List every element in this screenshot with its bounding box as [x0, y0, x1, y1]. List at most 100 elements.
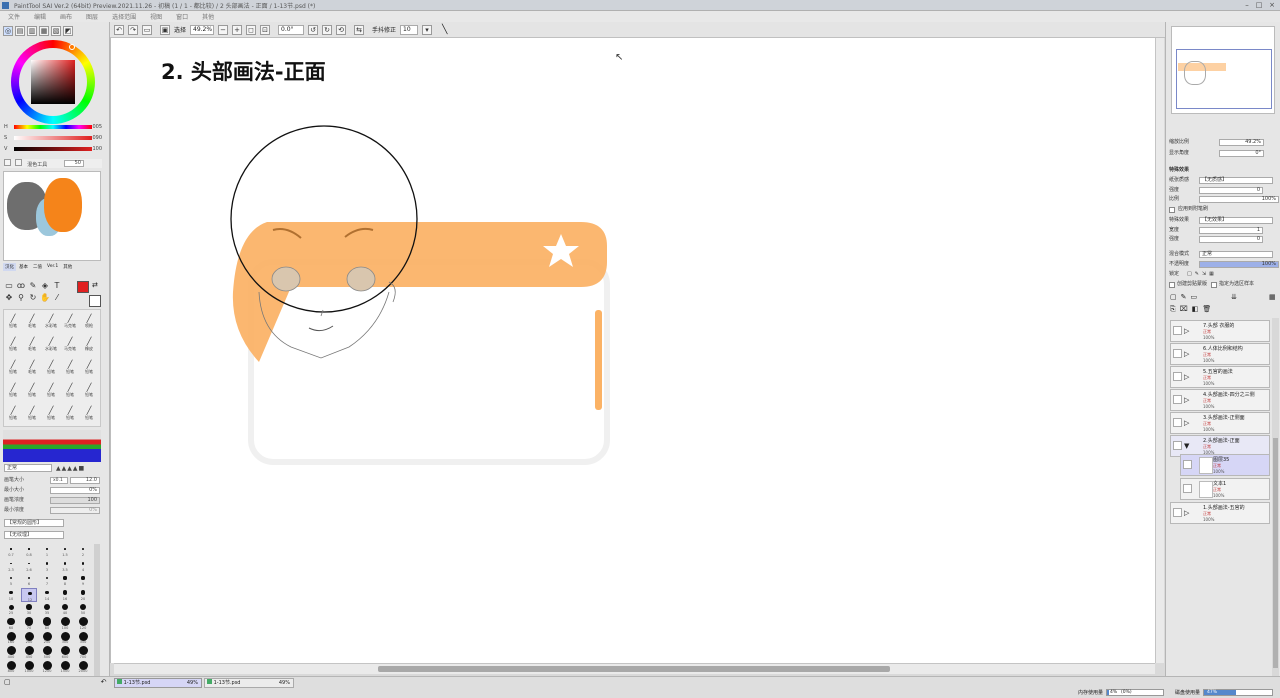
size-preset-6-0[interactable]: 160: [3, 631, 19, 645]
brush-preset-1-1[interactable]: ╱ 毛笔: [25, 337, 39, 353]
layer-list-scrollbar[interactable]: [1272, 318, 1279, 676]
navigator-viewport[interactable]: [1176, 49, 1272, 109]
saturation-slider[interactable]: [14, 136, 92, 140]
size-preset-0-1[interactable]: 0.8: [21, 544, 37, 558]
brush-preset-2-2[interactable]: ╱ 铅笔: [44, 360, 58, 376]
size-preset-5-2[interactable]: 80: [39, 617, 55, 631]
size-preset-2-3[interactable]: 8: [57, 573, 73, 587]
text-tool-icon[interactable]: T: [51, 281, 63, 290]
size-preset-1-1[interactable]: 2.6: [21, 559, 37, 573]
rotate-reset-icon[interactable]: ⟲: [336, 24, 347, 35]
folder-collapsed-icon[interactable]: ▷: [1184, 419, 1189, 427]
folder-collapsed-icon[interactable]: ▷: [1184, 509, 1189, 517]
close-icon[interactable]: ×: [1268, 1, 1276, 9]
brush-preset-0-1[interactable]: ╱ 毛笔: [25, 314, 39, 330]
texture-strength-field[interactable]: 0: [1199, 187, 1263, 194]
color-wheel[interactable]: [11, 40, 95, 124]
canvas-horizontal-scrollbar[interactable]: [114, 663, 1155, 674]
new-folder-icon[interactable]: ▭: [1191, 293, 1198, 301]
hue-marker[interactable]: [69, 44, 75, 50]
brush-preset-1-2[interactable]: ╱ 水彩笔: [44, 337, 58, 353]
value-slider[interactable]: [14, 147, 92, 151]
folder-collapsed-icon[interactable]: ▷: [1184, 396, 1189, 404]
layer-item[interactable]: ▷ 6.人体比例和结构 正常 100%: [1170, 343, 1270, 365]
layer-visibility-toggle[interactable]: [1173, 372, 1182, 381]
folder-expand-icon[interactable]: ▼: [1184, 442, 1189, 450]
flip-icon[interactable]: ⇆: [354, 24, 365, 35]
tool-tab-4[interactable]: 其他: [61, 263, 74, 271]
size-preset-7-4[interactable]: 700: [75, 646, 91, 660]
panel-toggle-icon[interactable]: ▢: [4, 678, 11, 686]
size-preset-1-3[interactable]: 3.5: [57, 559, 73, 573]
rgb-slider-tab-icon[interactable]: ▤: [15, 26, 25, 36]
doc-tab-0[interactable]: 1-13节.psd 49%: [114, 678, 202, 688]
eyedropper-tool-icon[interactable]: ⁄: [51, 293, 63, 302]
size-preset-4-1[interactable]: 30: [21, 602, 37, 616]
folder-collapsed-icon[interactable]: ▷: [1184, 350, 1189, 358]
size-preset-1-0[interactable]: 2.3: [3, 559, 19, 573]
new-layer-icon[interactable]: ▢: [1170, 293, 1177, 301]
brush-size-mult[interactable]: x0.1: [50, 477, 68, 484]
layer-visibility-toggle[interactable]: [1173, 326, 1182, 335]
density-field[interactable]: 100: [50, 497, 100, 504]
size-preset-0-4[interactable]: 2: [75, 544, 91, 558]
size-preset-4-0[interactable]: 25: [3, 602, 19, 616]
primary-color-swatch[interactable]: [77, 281, 89, 293]
size-preset-8-3[interactable]: 1500: [57, 660, 73, 674]
brush-texture-select[interactable]: 【无纹理】: [4, 531, 64, 539]
effect-intensity-field[interactable]: 0: [1199, 236, 1263, 243]
size-preset-2-1[interactable]: 6: [21, 573, 37, 587]
zoom-in-icon[interactable]: +: [232, 24, 243, 35]
menu-canvas[interactable]: 画布: [60, 12, 72, 21]
min-size-field[interactable]: 0%: [50, 487, 100, 494]
layer-item[interactable]: ▷ 7.头部 衣服的 正常 100%: [1170, 320, 1270, 342]
size-preset-6-1[interactable]: 200: [21, 631, 37, 645]
brush-preset-4-0[interactable]: ╱ 铅笔: [6, 406, 20, 422]
size-preset-3-3[interactable]: 16: [57, 588, 73, 602]
doc-tab-1[interactable]: 1-13节.psd 49%: [204, 678, 294, 688]
stabilizer-field[interactable]: 10: [400, 24, 419, 35]
rotate-tool-icon[interactable]: ↻: [27, 293, 39, 302]
min-density-field[interactable]: 0%: [50, 507, 100, 514]
size-preset-5-4[interactable]: 120: [75, 617, 91, 631]
brush-preset-1-3[interactable]: ╱ 马克笔: [63, 337, 77, 353]
size-preset-4-2[interactable]: 35: [39, 602, 55, 616]
menu-layer[interactable]: 图层: [86, 12, 98, 21]
layer-visibility-toggle[interactable]: [1173, 418, 1182, 427]
hsv-slider-tab-icon[interactable]: ▥: [27, 26, 37, 36]
undo-status-icon[interactable]: ↶: [101, 678, 107, 686]
delete-layer-icon[interactable]: 🗑: [1202, 305, 1211, 314]
size-preset-7-3[interactable]: 600: [57, 646, 73, 660]
new-vector-layer-icon[interactable]: ✎: [1181, 293, 1187, 301]
brush-preset-4-1[interactable]: ╱ 铅笔: [25, 406, 39, 422]
scratch-pad[interactable]: [3, 171, 101, 261]
apply-brush-checkbox[interactable]: [1169, 206, 1175, 213]
zoom-reset-icon[interactable]: ⊡: [260, 24, 271, 35]
layer-item[interactable]: ▷ 3.头部画法-正侧面 正常 100%: [1170, 412, 1270, 434]
size-preset-3-4[interactable]: 20: [75, 588, 91, 602]
ref-checkbox[interactable]: [1211, 281, 1218, 288]
merge-down-icon[interactable]: ⇊: [1231, 293, 1237, 301]
hue-slider[interactable]: [14, 125, 92, 129]
mixer-tab-icon[interactable]: ◩: [63, 26, 73, 36]
size-preset-3-2[interactable]: 14: [39, 588, 55, 602]
canvas[interactable]: 2. 头部画法-正面 ↖: [110, 38, 1155, 663]
size-preset-6-3[interactable]: 300: [57, 631, 73, 645]
layer-visibility-toggle[interactable]: [1173, 508, 1182, 517]
clip-checkbox[interactable]: [1169, 281, 1175, 288]
size-preset-6-2[interactable]: 250: [39, 631, 55, 645]
angle-field[interactable]: 0.0°: [278, 24, 305, 35]
minimize-icon[interactable]: –: [1243, 1, 1251, 9]
display-angle-field[interactable]: 0°: [1219, 150, 1264, 157]
move-tool-icon[interactable]: ✥: [3, 293, 15, 302]
size-preset-3-0[interactable]: 10: [3, 588, 19, 602]
brush-preset-4-4[interactable]: ╱ 铅笔: [82, 406, 96, 422]
brush-preset-3-2[interactable]: ╱ 铅笔: [44, 383, 58, 399]
size-preset-5-0[interactable]: 60: [3, 617, 19, 631]
size-preset-2-4[interactable]: 9: [75, 573, 91, 587]
size-preset-0-0[interactable]: 0.7: [3, 544, 19, 558]
size-preset-7-1[interactable]: 450: [21, 646, 37, 660]
brush-blend-select[interactable]: 正常: [4, 464, 52, 472]
horizontal-scroll-thumb[interactable]: [378, 666, 890, 672]
zoom-tool-icon[interactable]: ⚲: [15, 293, 27, 302]
